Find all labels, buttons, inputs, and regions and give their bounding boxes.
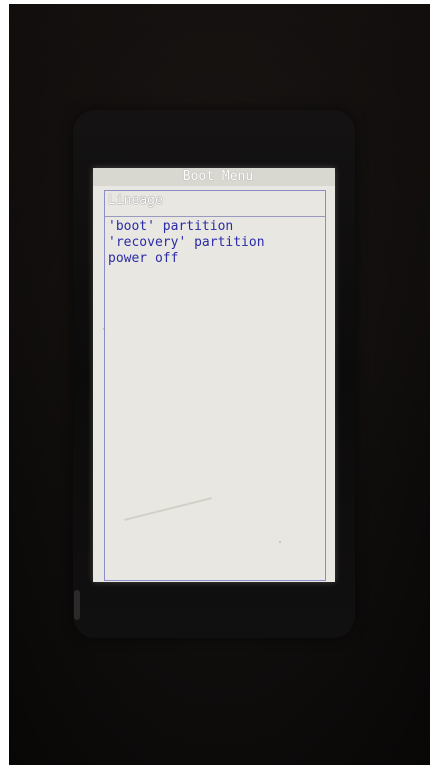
menu-item-power-off[interactable]: power off: [108, 251, 265, 267]
screen-dust: [103, 328, 105, 330]
phone-side-button: [74, 590, 80, 620]
menu-header: Lineage: [105, 191, 325, 217]
photo: Boot Menu Lineage 'boot' partition 'reco…: [0, 0, 435, 769]
menu-header-label: Lineage: [108, 193, 163, 208]
menu-item-boot-partition[interactable]: 'boot' partition: [108, 219, 265, 235]
phone-screen: Boot Menu Lineage 'boot' partition 'reco…: [93, 168, 335, 582]
screen-dust: [279, 541, 281, 543]
title-bar: Boot Menu: [93, 168, 335, 186]
menu-item-recovery-partition[interactable]: 'recovery' partition: [108, 235, 265, 251]
boot-menu-frame: Lineage 'boot' partition 'recovery' part…: [104, 190, 326, 581]
boot-menu-list: 'boot' partition 'recovery' partition po…: [108, 219, 265, 267]
boot-menu-title: Boot Menu: [182, 169, 254, 184]
